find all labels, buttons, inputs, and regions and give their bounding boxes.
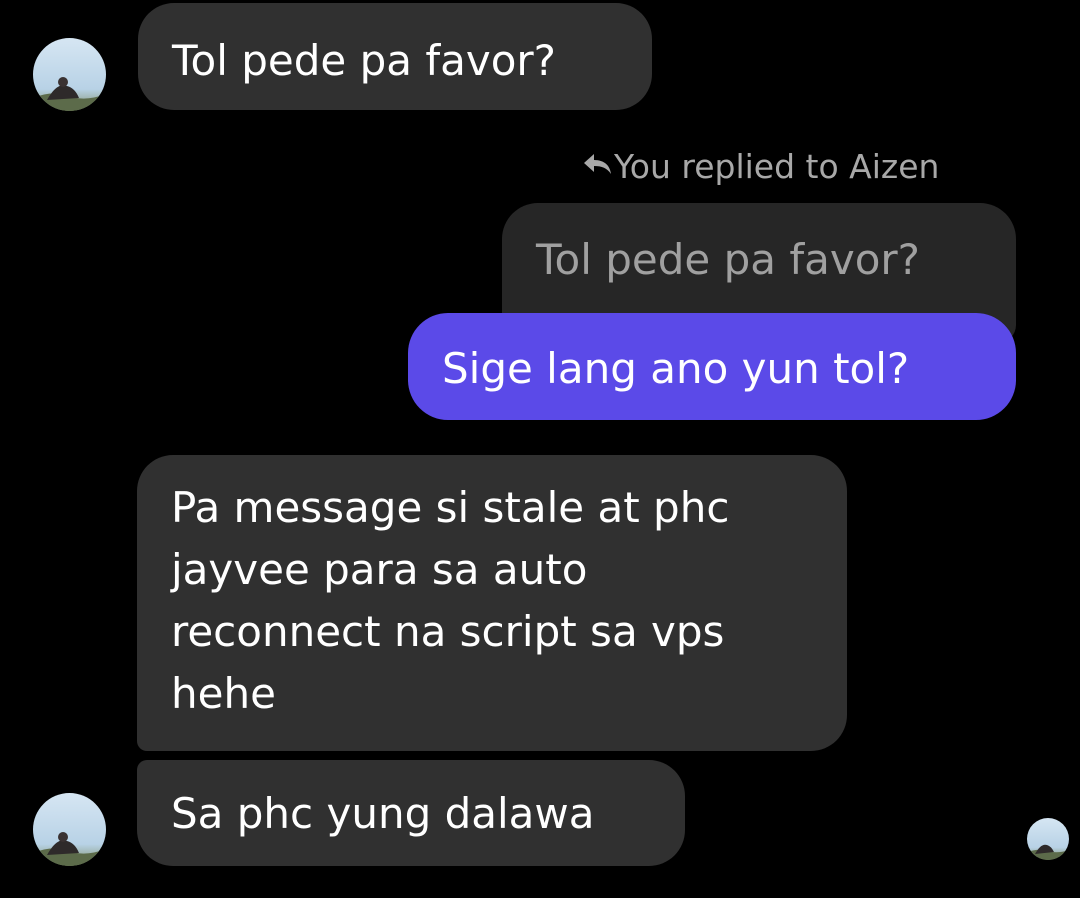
avatar-photo-icon: [33, 38, 106, 111]
quoted-text: Tol pede pa favor?: [536, 235, 920, 284]
reply-context-text: You replied to Aizen: [614, 147, 940, 186]
contact-avatar[interactable]: [33, 793, 106, 866]
seen-receipt-avatar: [1027, 818, 1069, 860]
contact-avatar[interactable]: [33, 38, 106, 111]
avatar-photo-icon: [1027, 818, 1069, 860]
reply-arrow-icon: [584, 154, 611, 174]
message-line: hehe: [171, 669, 276, 718]
message-line: jayvee para sa auto: [171, 545, 588, 594]
incoming-message[interactable]: Sa phc yung dalawa: [137, 760, 685, 866]
reply-context-label: You replied to Aizen: [580, 144, 939, 190]
outgoing-message[interactable]: Sige lang ano yun tol?: [408, 313, 1016, 420]
message-text: Sige lang ano yun tol?: [442, 344, 910, 393]
message-line: Pa message si stale at phc: [171, 483, 730, 532]
avatar-photo-icon: [33, 793, 106, 866]
incoming-message[interactable]: Pa message si stale at phc jayvee para s…: [137, 455, 847, 751]
incoming-message[interactable]: Tol pede pa favor?: [138, 3, 652, 110]
message-text: Sa phc yung dalawa: [171, 789, 595, 838]
message-line: reconnect na script sa vps: [171, 607, 725, 656]
message-text: Tol pede pa favor?: [172, 36, 556, 85]
